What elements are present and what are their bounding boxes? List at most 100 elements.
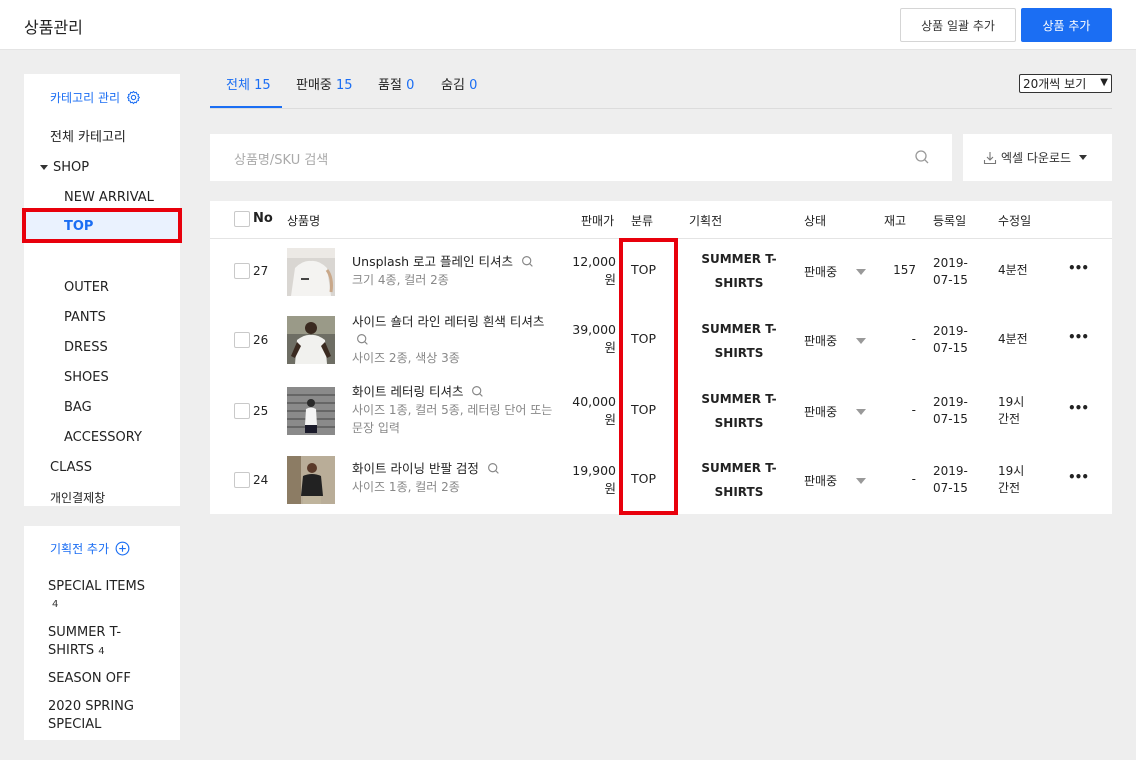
add-plan-label: 기획전 추가 (50, 542, 110, 556)
header-plan: 기획전 (689, 214, 723, 228)
row-checkbox[interactable] (234, 263, 250, 279)
chevron-down-icon (856, 269, 866, 275)
product-thumbnail[interactable] (287, 387, 335, 435)
category-item-new-arrival[interactable]: NEW ARRIVAL (64, 190, 154, 206)
product-options: 사이즈 2종, 색상 3종 (352, 351, 460, 365)
category-panel: 카테고리 관리 전체 카테고리 SHOP NEW ARRIVAL OUTER P… (24, 74, 180, 506)
add-plan-link[interactable]: 기획전 추가 (50, 540, 130, 557)
status-select[interactable]: 판매중 (804, 403, 837, 420)
page-title: 상품관리 (24, 18, 83, 37)
tab-count: 0 (469, 78, 478, 93)
tab-hidden[interactable]: 숨김 0 (441, 74, 477, 93)
row-checkbox[interactable] (234, 472, 250, 488)
header-no: No (253, 211, 273, 226)
download-icon (983, 151, 997, 164)
search-icon[interactable] (356, 333, 369, 346)
category-class[interactable]: CLASS (50, 460, 92, 476)
modified-date: 19시 간전 (998, 463, 1024, 497)
product-options: 크기 4종, 컬러 2종 (352, 273, 449, 287)
plan-item-name-line1: SUMMER T- (48, 625, 122, 640)
tab-sold-out[interactable]: 품절 0 (378, 74, 414, 93)
more-icon[interactable]: ••• (1068, 330, 1089, 344)
search-icon[interactable] (521, 255, 534, 268)
product-name-cell[interactable]: 사이드 숄더 라인 레터링 흰색 티셔츠 사이즈 2종, 색상 3종 (352, 313, 564, 367)
category-item-dress[interactable]: DRESS (64, 340, 108, 356)
category-item-shoes[interactable]: SHOES (64, 370, 109, 386)
add-product-button[interactable]: 상품 추가 (1021, 8, 1112, 42)
tab-count: 15 (254, 78, 271, 93)
registered-date: 2019- 07-15 (933, 255, 968, 289)
per-page-select[interactable]: 20개씩 보기 ▼ (1019, 74, 1112, 93)
product-name: 화이트 라이닝 반팔 검정 (352, 461, 479, 476)
bulk-add-button[interactable]: 상품 일괄 추가 (900, 8, 1016, 42)
price-value: 19,900 (572, 463, 616, 478)
excel-download-button[interactable]: 엑셀 다운로드 (963, 134, 1112, 181)
plan-item-special-items[interactable]: SPECIAL ITEMS 4 (48, 578, 145, 614)
chevron-down-icon (856, 478, 866, 484)
more-icon[interactable]: ••• (1068, 470, 1089, 484)
category-column-highlight (619, 238, 678, 515)
tab-all[interactable]: 전체 15 (226, 74, 271, 93)
header-name: 상품명 (287, 214, 321, 228)
price-value: 12,000 (572, 254, 616, 269)
plan-panel: 기획전 추가 SPECIAL ITEMS 4 SUMMER T- SHIRTS … (24, 526, 180, 740)
category-all[interactable]: 전체 카테고리 (50, 130, 126, 146)
search-icon[interactable] (914, 149, 930, 165)
product-plan: SUMMER T- SHIRTS (698, 387, 780, 435)
price-unit: 원 (604, 272, 616, 287)
category-shop[interactable]: SHOP (40, 160, 89, 176)
product-plan: SUMMER T- SHIRTS (698, 317, 780, 365)
chevron-down-icon: ▼ (1100, 77, 1108, 88)
category-item-bag[interactable]: BAG (64, 400, 92, 416)
status-select[interactable]: 판매중 (804, 263, 837, 280)
product-price: 12,000 원 (566, 253, 616, 289)
category-item-outer[interactable]: OUTER (64, 280, 109, 296)
product-options: 사이즈 1종, 컬러 5종, 레터링 단어 또는 (352, 403, 553, 417)
date-line2: 07-15 (933, 481, 968, 495)
plan-line1: SUMMER T- (701, 322, 777, 336)
status-select[interactable]: 판매중 (804, 472, 837, 489)
row-checkbox[interactable] (234, 332, 250, 348)
product-name: Unsplash 로고 플레인 티셔츠 (352, 254, 514, 269)
more-icon[interactable]: ••• (1068, 261, 1089, 275)
date-line1: 2019- (933, 256, 968, 270)
header-category: 분류 (631, 214, 654, 228)
tab-label: 숨김 (441, 78, 465, 93)
product-stock: - (911, 472, 916, 486)
product-name-cell[interactable]: 화이트 레터링 티셔츠 사이즈 1종, 컬러 5종, 레터링 단어 또는 문장 … (352, 383, 564, 437)
product-thumbnail[interactable] (287, 456, 335, 504)
product-name-cell[interactable]: 화이트 라이닝 반팔 검정 사이즈 1종, 컬러 2종 (352, 460, 564, 496)
product-price: 40,000 원 (566, 393, 616, 429)
product-name-cell[interactable]: Unsplash 로고 플레인 티셔츠 크기 4종, 컬러 2종 (352, 253, 564, 289)
product-name: 사이드 숄더 라인 레터링 흰색 티셔츠 (352, 314, 545, 329)
plan-item-summer-t-shirts[interactable]: SUMMER T- SHIRTS 4 (48, 624, 121, 661)
tab-active-indicator (210, 106, 282, 108)
header-status: 상태 (804, 214, 827, 228)
category-manage-link[interactable]: 카테고리 관리 (50, 89, 141, 106)
product-thumbnail[interactable] (287, 248, 335, 296)
price-value: 39,000 (572, 322, 616, 337)
category-item-accessory[interactable]: ACCESSORY (64, 430, 142, 446)
row-checkbox[interactable] (234, 403, 250, 419)
plan-line2: SHIRTS (714, 485, 764, 499)
plan-item-2020-spring-special[interactable]: 2020 SPRING SPECIAL (48, 698, 134, 734)
status-select[interactable]: 판매중 (804, 332, 837, 349)
plus-circle-icon (115, 541, 130, 556)
more-icon[interactable]: ••• (1068, 401, 1089, 415)
category-item-top-selected[interactable]: TOP (22, 208, 182, 243)
mod-line2: 간전 (998, 481, 1021, 495)
plan-item-season-off[interactable]: SEASON OFF (48, 670, 131, 688)
product-thumbnail[interactable] (287, 316, 335, 364)
product-options-line2: 문장 입력 (352, 421, 400, 435)
category-item-pants[interactable]: PANTS (64, 310, 106, 326)
product-stock: - (911, 403, 916, 417)
search-input[interactable]: 상품명/SKU 검색 (210, 134, 952, 181)
select-all-checkbox[interactable] (234, 211, 250, 227)
search-icon[interactable] (487, 462, 500, 475)
category-personal-payment[interactable]: 개인결제창 (50, 490, 105, 506)
tab-on-sale[interactable]: 판매중 15 (296, 74, 353, 93)
header-stock: 재고 (884, 214, 907, 228)
header-registered: 등록일 (933, 214, 967, 228)
plan-item-name: SPECIAL ITEMS (48, 579, 145, 594)
search-icon[interactable] (471, 385, 484, 398)
